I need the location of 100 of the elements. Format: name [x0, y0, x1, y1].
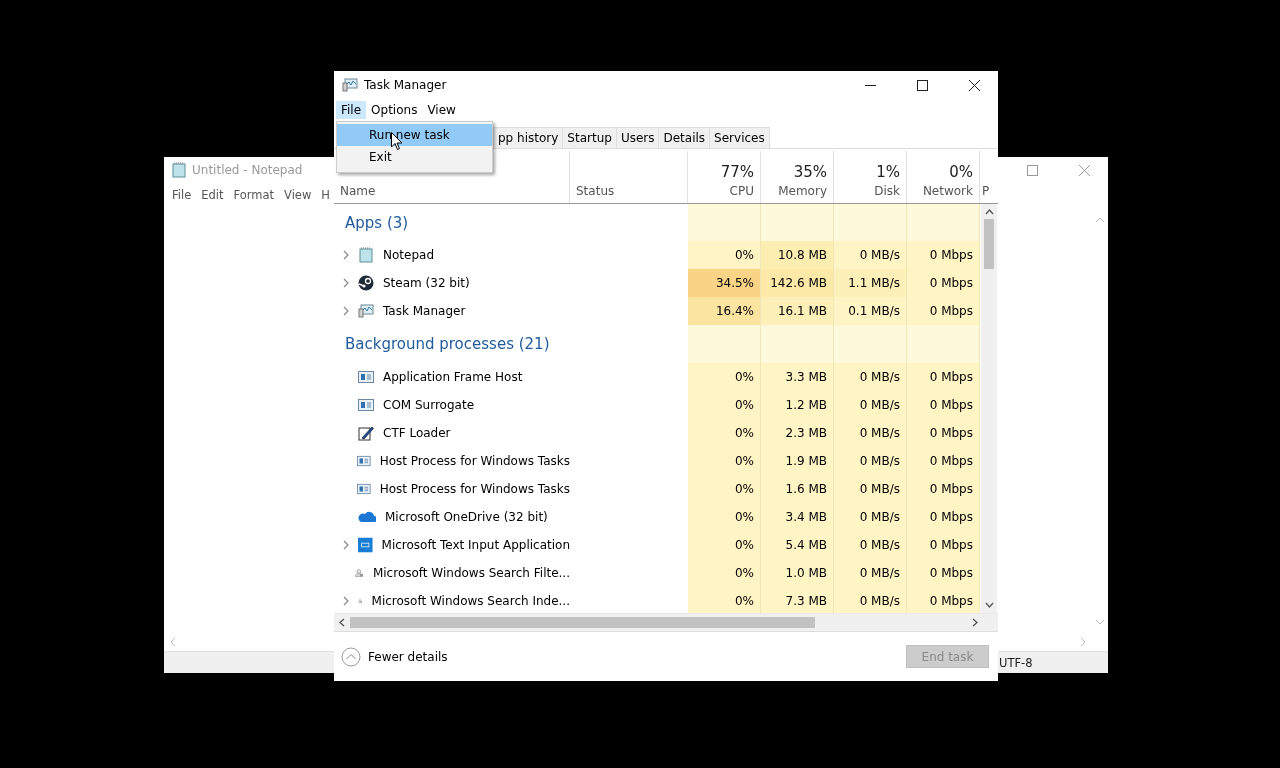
process-name: Notepad [383, 248, 434, 262]
process-name: CTF Loader [383, 426, 451, 440]
process-name: COM Surrogate [383, 398, 474, 412]
tab[interactable]: Services [709, 127, 770, 148]
task-manager-icon [358, 303, 374, 319]
table-cell: 7.3 MB [761, 587, 834, 613]
table-cell: 0 Mbps [907, 503, 980, 531]
process-name: Microsoft Windows Search Filte... [372, 566, 570, 580]
scroll-down-icon[interactable] [984, 602, 994, 608]
process-name: Task Manager [383, 304, 466, 318]
table-cell: 0% [688, 447, 761, 475]
column-label: Disk [874, 184, 900, 198]
table-cell: 0 Mbps [907, 531, 980, 559]
fewer-details-button[interactable]: Fewer details [341, 646, 448, 667]
table-cell: 16.1 MB [761, 297, 834, 325]
scrollbar-thumb[interactable] [350, 617, 815, 628]
tab[interactable]: Startup [562, 127, 617, 148]
menu-item[interactable]: H [321, 188, 330, 202]
tab[interactable]: pp history [493, 127, 564, 148]
column-label: CPU [729, 184, 754, 198]
menu-item[interactable]: Format [233, 188, 275, 202]
encoding-label: UTF-8 [999, 655, 1033, 670]
column-label: Status [576, 184, 616, 198]
column-header[interactable]: 0% Network [907, 151, 980, 203]
column-header[interactable]: 77% CPU [688, 151, 761, 203]
table-cell: 0 Mbps [907, 241, 980, 269]
menu-item[interactable]: Options [366, 101, 423, 119]
scrollbar-thumb[interactable] [984, 219, 994, 269]
collapse-icon [341, 646, 361, 667]
table-cell: 1.9 MB [761, 447, 834, 475]
table-cell: 34.5% [688, 269, 761, 297]
table-cell: 0 MB/s [834, 559, 907, 587]
table-cell: 0.1 MB/s [834, 297, 907, 325]
process-name: Application Frame Host [383, 370, 523, 384]
window-title: Task Manager [364, 78, 447, 92]
column-label: P [982, 184, 990, 198]
notepad-pen-icon [358, 425, 374, 441]
table-cell: 142.6 MB [761, 269, 834, 297]
table-cell: 0 MB/s [834, 241, 907, 269]
column-label: Network [922, 184, 973, 198]
window-title: Untitled - Notepad [192, 163, 303, 177]
menu-item[interactable]: Run new task [337, 124, 492, 146]
column-header[interactable]: 35% Memory [761, 151, 834, 203]
table-cell: 0 MB/s [834, 587, 907, 613]
table-cell: 0 MB/s [834, 363, 907, 391]
column-label: Memory [778, 184, 827, 198]
table-cell: 16.4% [688, 297, 761, 325]
group-heading: Apps (3) [344, 213, 410, 232]
table-cell: 3.4 MB [761, 503, 834, 531]
table-cell: 3.3 MB [761, 363, 834, 391]
keyboard-icon [358, 537, 373, 553]
table-cell: 0% [688, 503, 761, 531]
cloud-icon [358, 511, 376, 523]
table-cell: 1.2 MB [761, 391, 834, 419]
task-manager-icon [342, 77, 358, 93]
column-header[interactable]: 1% Disk [834, 151, 907, 203]
table-cell: 0 MB/s [834, 447, 907, 475]
table-cell: 0 MB/s [834, 475, 907, 503]
column-header[interactable]: Status [570, 151, 688, 203]
table-cell: 0% [688, 531, 761, 559]
process-name: Microsoft OneDrive (32 bit) [385, 510, 548, 524]
notepad-icon [172, 162, 186, 178]
table-cell: 0 MB/s [834, 419, 907, 447]
window-icon [358, 371, 374, 383]
table-cell: 10.8 MB [761, 241, 834, 269]
menu-item[interactable]: View [284, 188, 312, 202]
tab[interactable]: Details [658, 127, 711, 148]
chevron-icon[interactable] [343, 596, 349, 606]
menu-item[interactable]: File [172, 188, 192, 202]
table-cell: 0 Mbps [907, 391, 980, 419]
close-icon[interactable] [969, 79, 980, 91]
maximize-icon[interactable] [917, 79, 928, 91]
scroll-up-icon[interactable] [984, 209, 994, 215]
table-cell: 1.6 MB [761, 475, 834, 503]
table-cell: 0 Mbps [907, 297, 980, 325]
chevron-icon[interactable] [343, 306, 349, 316]
scroll-right-icon[interactable] [972, 618, 978, 627]
menu-item[interactable]: Edit [201, 188, 224, 202]
table-cell: 0 MB/s [834, 391, 907, 419]
table-cell: 0 Mbps [907, 363, 980, 391]
table-cell: 0 MB/s [834, 503, 907, 531]
menu-item[interactable]: View [422, 101, 461, 119]
notepad-icon [358, 247, 374, 263]
menu-item[interactable]: File [336, 101, 367, 119]
table-cell: 0 Mbps [907, 269, 980, 297]
vertical-scrollbar[interactable] [981, 204, 997, 613]
chevron-icon[interactable] [343, 250, 349, 260]
usage-percent: 35% [793, 163, 827, 181]
scroll-left-icon[interactable] [339, 618, 345, 627]
chevron-icon[interactable] [343, 540, 349, 550]
chevron-icon[interactable] [343, 278, 349, 288]
steam-icon [358, 275, 374, 291]
window-icon [357, 483, 371, 495]
table-cell: 0 Mbps [907, 475, 980, 503]
horizontal-scrollbar[interactable] [334, 613, 998, 631]
process-name: Host Process for Windows Tasks [379, 482, 570, 496]
window-icon [358, 399, 374, 411]
tab[interactable]: Users [615, 127, 660, 148]
column-header[interactable]: P [980, 151, 998, 203]
process-name: Microsoft Text Input Application [381, 538, 570, 552]
